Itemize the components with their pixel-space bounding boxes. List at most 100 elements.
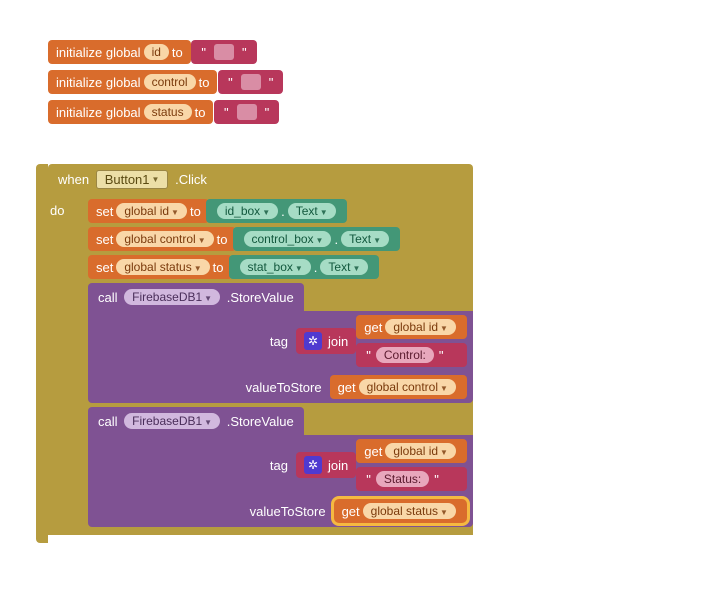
call-storevalue-status[interactable]: call FirebaseDB1▼ .StoreValue tag ✲ join	[88, 407, 473, 527]
component-dropdown[interactable]: control_box▼	[244, 231, 332, 247]
component-dropdown[interactable]: Button1 ▼	[96, 170, 169, 189]
call-body: tag ✲ join get global id▼	[88, 311, 473, 403]
set-global-id-row[interactable]: set global id▼ to id_box▼ . Text▼	[88, 199, 473, 223]
var-label: global control	[124, 232, 195, 246]
quote-close: "	[242, 45, 247, 60]
set-block[interactable]: set global status▼ to	[88, 255, 232, 279]
chevron-down-icon: ▼	[198, 236, 206, 245]
property-dropdown[interactable]: Text▼	[320, 259, 368, 275]
method-name: .StoreValue	[227, 290, 294, 305]
string-literal-block[interactable]: " Status: "	[356, 467, 467, 491]
init-global-id-row[interactable]: initialize global id to " "	[48, 40, 473, 64]
gear-icon[interactable]: ✲	[304, 332, 322, 350]
init-block[interactable]: initialize global control to	[48, 70, 217, 94]
var-dropdown[interactable]: global control▼	[359, 379, 456, 395]
keyword-to: to	[217, 232, 228, 247]
var-dropdown[interactable]: global id▼	[385, 443, 456, 459]
call-header[interactable]: call FirebaseDB1▼ .StoreValue	[88, 283, 304, 311]
chevron-down-icon: ▼	[373, 236, 381, 245]
string-slot[interactable]	[237, 104, 257, 120]
string-slot[interactable]	[241, 74, 261, 90]
var-name-pill[interactable]: control	[144, 74, 196, 90]
event-button1-click[interactable]: when Button1 ▼ .Click set global id▼ to	[48, 164, 473, 535]
keyword-initialize: initialize global	[56, 75, 141, 90]
init-global-status-row[interactable]: initialize global status to " "	[48, 100, 473, 124]
gear-icon[interactable]: ✲	[304, 456, 322, 474]
set-block[interactable]: set global control▼ to	[88, 227, 236, 251]
string-literal-block[interactable]: " Control: "	[356, 343, 467, 367]
quote-open: "	[201, 45, 206, 60]
set-block[interactable]: set global id▼ to	[88, 199, 209, 223]
getter-block[interactable]: stat_box▼ . Text▼	[229, 255, 380, 279]
get-block[interactable]: get global id▼	[356, 439, 467, 463]
property-label: Text	[296, 204, 318, 218]
chevron-down-icon: ▼	[194, 264, 202, 273]
get-block[interactable]: get global control▼	[330, 375, 467, 399]
chevron-down-icon: ▼	[440, 508, 448, 517]
component-dropdown[interactable]: id_box▼	[217, 203, 278, 219]
join-block[interactable]: ✲ join	[296, 328, 356, 354]
quote-close: "	[269, 75, 274, 90]
var-dropdown[interactable]: global id▼	[385, 319, 456, 335]
string-value[interactable]: Status:	[376, 471, 429, 487]
init-global-control-row[interactable]: initialize global control to " "	[48, 70, 473, 94]
keyword-call: call	[98, 290, 118, 305]
arg-value-label: valueToStore	[130, 380, 330, 395]
chevron-down-icon: ▼	[171, 208, 179, 217]
component-label: control_box	[252, 232, 314, 246]
keyword-call: call	[98, 414, 118, 429]
var-dropdown[interactable]: global status▼	[363, 503, 456, 519]
string-literal-block[interactable]: " "	[191, 40, 256, 64]
chevron-down-icon: ▼	[440, 448, 448, 457]
call-body: tag ✲ join get global id▼	[88, 435, 473, 527]
chevron-down-icon: ▼	[352, 264, 360, 273]
keyword-join: join	[328, 334, 348, 349]
string-slot[interactable]	[214, 44, 234, 60]
component-dropdown[interactable]: FirebaseDB1▼	[124, 413, 220, 429]
dot: .	[334, 232, 338, 247]
keyword-set: set	[96, 204, 113, 219]
component-label: id_box	[225, 204, 260, 218]
quote-open: "	[366, 472, 371, 487]
arg-tag-row: tag ✲ join get global id▼	[88, 311, 473, 371]
call-storevalue-control[interactable]: call FirebaseDB1▼ .StoreValue tag ✲ join	[88, 283, 473, 403]
var-name-pill[interactable]: status	[144, 104, 192, 120]
component-label: stat_box	[248, 260, 293, 274]
get-block-highlighted[interactable]: get global status▼	[334, 499, 467, 523]
string-value[interactable]: Control:	[376, 347, 434, 363]
var-label: global status	[124, 260, 191, 274]
chevron-down-icon: ▼	[152, 175, 160, 184]
join-block[interactable]: ✲ join	[296, 452, 356, 478]
arg-value-row: valueToStore get global status▼	[88, 495, 473, 527]
chevron-down-icon: ▼	[262, 208, 270, 217]
call-header[interactable]: call FirebaseDB1▼ .StoreValue	[88, 407, 304, 435]
event-header[interactable]: when Button1 ▼ .Click	[48, 164, 473, 195]
init-block[interactable]: initialize global id to	[48, 40, 191, 64]
var-dropdown[interactable]: global status▼	[116, 259, 209, 275]
getter-block[interactable]: control_box▼ . Text▼	[233, 227, 401, 251]
set-global-status-row[interactable]: set global status▼ to stat_box▼ . Text▼	[88, 255, 473, 279]
var-dropdown[interactable]: global id▼	[116, 203, 187, 219]
string-literal-block[interactable]: " "	[214, 100, 279, 124]
var-label: global id	[393, 444, 438, 458]
component-label: FirebaseDB1	[132, 290, 202, 304]
component-name: Button1	[105, 172, 150, 187]
var-dropdown[interactable]: global control▼	[116, 231, 213, 247]
get-block[interactable]: get global id▼	[356, 315, 467, 339]
var-name-pill[interactable]: id	[144, 44, 169, 60]
quote-open: "	[366, 348, 371, 363]
keyword-join: join	[328, 458, 348, 473]
set-global-control-row[interactable]: set global control▼ to control_box▼ . Te…	[88, 227, 473, 251]
keyword-get: get	[364, 444, 382, 459]
keyword-to: to	[199, 75, 210, 90]
property-dropdown[interactable]: Text▼	[341, 231, 389, 247]
join-stack: get global id▼ " Control: "	[356, 315, 467, 367]
component-dropdown[interactable]: stat_box▼	[240, 259, 311, 275]
string-literal-block[interactable]: " "	[218, 70, 283, 94]
init-block[interactable]: initialize global status to	[48, 100, 213, 124]
component-dropdown[interactable]: FirebaseDB1▼	[124, 289, 220, 305]
getter-block[interactable]: id_box▼ . Text▼	[206, 199, 347, 223]
keyword-get: get	[342, 504, 360, 519]
property-dropdown[interactable]: Text▼	[288, 203, 336, 219]
chevron-down-icon: ▼	[440, 324, 448, 333]
